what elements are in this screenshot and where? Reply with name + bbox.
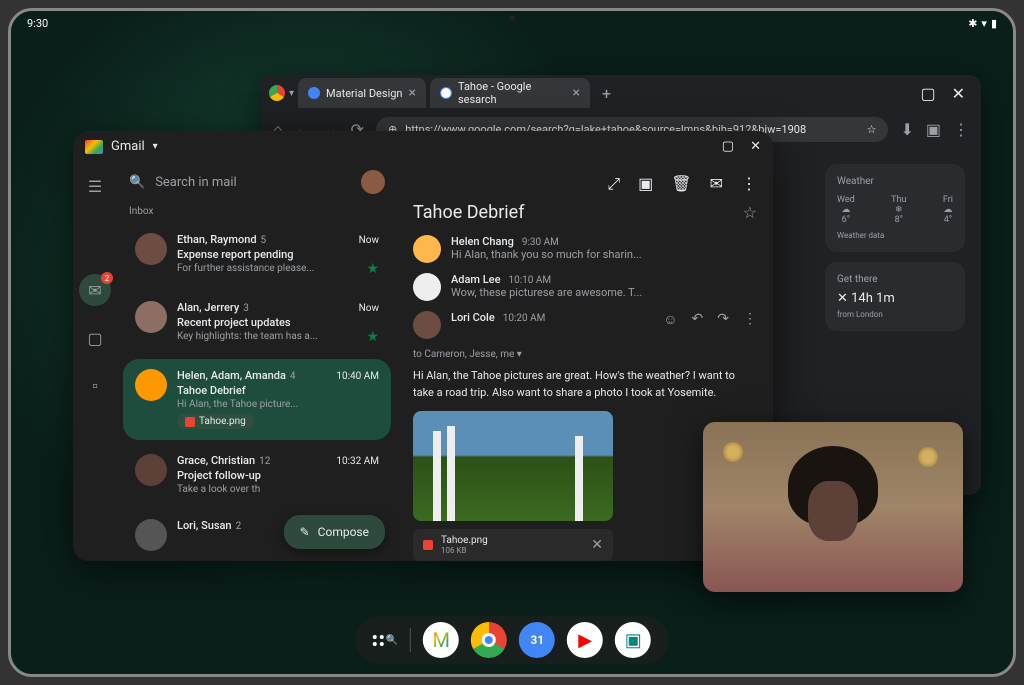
attachment-bar[interactable]: Tahoe.png 106 KB ✕ xyxy=(413,529,613,561)
expand-icon[interactable]: ⤢ xyxy=(607,174,620,194)
bluetooth-icon: ✱ xyxy=(968,17,977,30)
taskbar-meet-icon[interactable]: ▣ xyxy=(615,622,651,658)
app-title: Gmail xyxy=(111,139,145,154)
avatar xyxy=(135,301,167,333)
mail-icon[interactable]: ✉2 xyxy=(79,274,111,306)
browser-tab-2[interactable]: Tahoe - Google sesarch × xyxy=(430,78,590,108)
close-icon[interactable]: ✕ xyxy=(591,537,603,553)
gmail-window[interactable]: Gmail ▾ ▢ ✕ ☰ ✉2 ▢ ▫ 🔍 Search in mail xyxy=(73,131,773,561)
star-icon[interactable]: ★ xyxy=(366,329,379,345)
recipients[interactable]: to Cameron, Jesse, me ▾ xyxy=(413,349,757,360)
close-icon[interactable]: ✕ xyxy=(952,84,965,103)
image-attachment[interactable] xyxy=(413,411,613,521)
account-avatar[interactable] xyxy=(361,170,385,194)
chevron-down-icon[interactable]: ▾ xyxy=(153,141,158,152)
chat-icon[interactable]: ▢ xyxy=(79,322,111,354)
thread-item-expanded[interactable]: Lori Cole10:20 AM ☺ ↶ ↷ ⋮ xyxy=(413,311,757,339)
unread-badge: 2 xyxy=(101,272,113,284)
weather-card[interactable]: Weather Wed☁6° Thu❄8° Fri☁4° Weather dat… xyxy=(825,164,965,252)
taskbar-calendar-icon[interactable]: 31 xyxy=(519,622,555,658)
email-subject-title: Tahoe Debrief xyxy=(413,202,524,223)
maximize-icon[interactable]: ▢ xyxy=(722,139,734,154)
avatar xyxy=(135,454,167,486)
video-pip-window[interactable] xyxy=(703,422,963,592)
close-icon[interactable]: × xyxy=(573,85,580,101)
image-icon xyxy=(185,417,195,427)
maximize-icon[interactable]: ▢ xyxy=(920,84,935,103)
forward-icon[interactable]: ↷ xyxy=(717,311,729,339)
email-item[interactable]: Alan, Jerrery 3Now Recent project update… xyxy=(123,291,391,355)
email-item[interactable]: Ethan, Raymond 5Now Expense report pendi… xyxy=(123,223,391,287)
emoji-icon[interactable]: ☺ xyxy=(663,311,677,339)
mark-unread-icon[interactable]: ✉ xyxy=(710,174,723,194)
avatar xyxy=(413,235,441,263)
star-icon[interactable]: ☆ xyxy=(743,203,757,222)
avatar xyxy=(135,369,167,401)
new-tab-button[interactable]: + xyxy=(594,84,619,103)
delete-icon[interactable]: 🗑 xyxy=(671,174,691,194)
chevron-down-icon[interactable]: ▾ xyxy=(289,88,294,99)
compose-button[interactable]: ✎ Compose xyxy=(284,515,385,549)
taskbar: 🔍 M 31 ▶ ▣ xyxy=(355,616,669,664)
more-icon[interactable]: ⋮ xyxy=(741,174,757,194)
more-icon[interactable]: ⋮ xyxy=(743,311,757,339)
email-list: 🔍 Search in mail Inbox Ethan, Raymond 5N… xyxy=(117,162,397,561)
avatar xyxy=(413,311,441,339)
app-drawer-button[interactable]: 🔍 xyxy=(373,635,398,646)
close-icon[interactable]: ✕ xyxy=(750,139,761,154)
reply-icon[interactable]: ↶ xyxy=(692,311,704,339)
taskbar-chrome-icon[interactable] xyxy=(471,622,507,658)
tab-title: Tahoe - Google sesarch xyxy=(458,80,567,106)
avatar xyxy=(413,273,441,301)
close-icon[interactable]: × xyxy=(409,85,416,101)
directions-card[interactable]: Get there ✕ 14h 1m from London xyxy=(825,262,965,331)
email-item[interactable]: Grace, Christian 1210:32 AM Project foll… xyxy=(123,444,391,505)
bookmark-icon[interactable]: ☆ xyxy=(867,123,877,136)
avatar xyxy=(135,233,167,265)
video-participant xyxy=(773,446,893,586)
meet-icon[interactable]: ▫ xyxy=(79,370,111,402)
pencil-icon: ✎ xyxy=(300,525,310,539)
wifi-icon: ▾ xyxy=(981,17,987,30)
inbox-label: Inbox xyxy=(117,202,397,221)
thread-item[interactable]: Helen Chang9:30 AM Hi Alan, thank you so… xyxy=(413,235,757,263)
tab-favicon-icon xyxy=(440,87,452,99)
attachment-chip[interactable]: Tahoe.png xyxy=(177,414,254,429)
tab-favicon-icon xyxy=(308,87,320,99)
weather-label: Weather xyxy=(837,176,953,187)
status-time: 9:30 xyxy=(27,17,48,30)
battery-icon: ▮ xyxy=(991,17,997,30)
avatar xyxy=(135,519,167,551)
chrome-icon xyxy=(269,85,285,101)
more-icon[interactable]: ⋮ xyxy=(953,120,969,139)
archive-icon[interactable]: ▣ xyxy=(638,174,653,194)
taskbar-youtube-icon[interactable]: ▶ xyxy=(567,622,603,658)
chevron-down-icon[interactable]: ▾ xyxy=(517,349,522,360)
menu-icon[interactable]: ☰ xyxy=(79,170,111,202)
gmail-logo-icon xyxy=(85,140,103,154)
search-icon[interactable]: 🔍 xyxy=(129,175,145,190)
download-icon[interactable]: ⬇ xyxy=(900,120,913,139)
search-input[interactable]: Search in mail xyxy=(155,175,351,190)
star-icon[interactable]: ★ xyxy=(366,261,379,277)
taskbar-gmail-icon[interactable]: M xyxy=(423,622,459,658)
tabs-icon[interactable]: ▣ xyxy=(926,120,941,139)
tab-title: Material Design xyxy=(326,87,402,100)
email-item-selected[interactable]: Helen, Adam, Amanda 410:40 AM Tahoe Debr… xyxy=(123,359,391,440)
message-body: Hi Alan, the Tahoe pictures are great. H… xyxy=(413,368,757,401)
browser-tab-1[interactable]: Material Design × xyxy=(298,78,426,108)
nav-rail: ☰ ✉2 ▢ ▫ xyxy=(73,162,117,561)
thread-item[interactable]: Adam Lee10:10 AM Wow, these picturese ar… xyxy=(413,273,757,301)
image-icon xyxy=(423,540,433,550)
